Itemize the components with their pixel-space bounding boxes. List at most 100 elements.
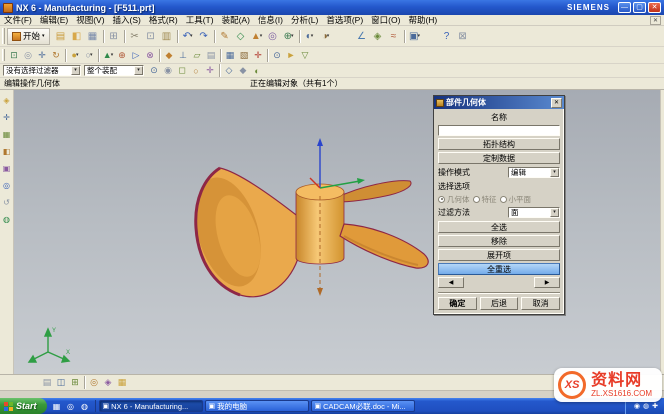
analysis-icon[interactable]: ◈ [370,28,386,44]
program-order-icon[interactable]: ▤ [204,48,218,62]
chevron-down-icon[interactable]: ▾ [550,168,559,177]
radio-option-1[interactable]: 特征 [473,194,497,205]
sketch-icon[interactable]: ✎ [217,28,233,44]
radio-option-2[interactable]: 小平面 [500,194,532,205]
render-style-icon[interactable]: ◑▾ [318,28,334,44]
previous-item-button[interactable]: ◀ [438,277,464,288]
datum-plane-icon[interactable]: ◇ [233,28,249,44]
menu-item-4[interactable]: 格式(R) [145,14,182,26]
menu-item-11[interactable]: 帮助(H) [404,14,441,26]
cut-icon[interactable]: ✂ [127,28,143,44]
filter-icon[interactable]: ▽ [298,48,312,62]
taskbar-task-1[interactable]: ▣我的电脑 [205,400,309,412]
undo-icon[interactable]: ↶▾ [180,28,196,44]
show-desktop-icon[interactable]: ▦ [51,400,63,412]
menu-item-7[interactable]: 信息(I) [254,14,287,26]
history-icon[interactable]: ↺ [1,196,13,208]
start-menu-button[interactable]: Start [0,398,47,414]
reselect-all-button[interactable]: 全重选 [438,263,560,275]
cam-navigator-icon[interactable]: ▦ [115,376,129,390]
center-snap-icon[interactable]: ○ [189,64,203,78]
verify-toolpath-icon[interactable]: ▷ [129,48,143,62]
snap-enable-icon[interactable]: ⊙ [147,64,161,78]
close-button[interactable]: ✕ [648,2,661,13]
menu-item-3[interactable]: 插入(S) [109,14,145,26]
details-panel-icon[interactable]: ◫ [54,376,68,390]
menu-item-5[interactable]: 工具(T) [182,14,218,26]
view-fit-icon[interactable]: ⊡ [7,48,21,62]
create-operation-icon[interactable]: ▲▾ [101,48,115,62]
save-icon[interactable]: ▦ [85,28,101,44]
model-views-icon[interactable]: ◈ [101,376,115,390]
antivirus-tray-icon[interactable]: ◉ [634,402,640,410]
next-item-button[interactable]: ▶ [534,277,560,288]
chevron-down-icon[interactable]: ▾ [550,208,559,217]
list-button-1[interactable]: 移除 [438,235,560,247]
window-titlebar[interactable]: NX 6 - Manufacturing - [F511.prt] SIEMEN… [0,0,664,15]
help-icon[interactable]: ? [439,28,455,44]
wcs-icon[interactable]: ✛ [251,48,265,62]
quadrant-snap-icon[interactable]: ◐ [250,64,264,78]
intersection-snap-icon[interactable]: ✛ [203,64,217,78]
dialog-titlebar[interactable]: 部件几何体 ✕ [434,96,564,109]
point-on-face-icon[interactable]: ◆ [236,64,250,78]
menu-item-9[interactable]: 首选项(P) [322,14,367,26]
window-icon[interactable]: ▣▾ [407,28,423,44]
rotate-icon[interactable]: ↻ [49,48,63,62]
browser-icon[interactable]: ◎ [65,400,77,412]
redo-icon[interactable]: ↷ [196,28,212,44]
command-finder-icon[interactable]: ◎ [87,376,101,390]
cancel-button[interactable]: 取消 [521,297,560,310]
pan-icon[interactable]: ✛ [35,48,49,62]
filter-method-combo[interactable]: 面 ▾ [508,207,560,218]
network-tray-icon[interactable]: ✚ [652,402,658,410]
open-icon[interactable]: ◧ [69,28,85,44]
maximize-button[interactable]: ▢ [633,2,646,13]
selection-scope-combo[interactable]: 整个装配 ▾ [84,65,144,76]
operation-mode-combo[interactable]: 编辑 ▾ [508,167,560,178]
fullscreen-icon[interactable]: ⊠ [455,28,471,44]
postprocess-icon[interactable]: ⊗ [143,48,157,62]
list-button-0[interactable]: 全选 [438,221,560,233]
radio-option-0[interactable]: 几何体 [438,194,470,205]
chevron-down-icon[interactable]: ▾ [134,66,143,75]
part-navigator-icon[interactable]: ▦ [1,128,13,140]
minimize-button[interactable]: — [618,2,631,13]
method-icon[interactable]: ▱ [190,48,204,62]
create-tool-icon[interactable]: ⊥ [176,48,190,62]
taskbar-task-0[interactable]: ▣NX 6 - Manufacturing... [99,400,203,412]
selection-filter-combo[interactable]: 没有选择过滤器 ▾ [3,65,81,76]
menu-item-1[interactable]: 编辑(E) [36,14,72,26]
taskbar-task-2[interactable]: ▣CADCAM必联.doc - Mi... [311,400,415,412]
document-close-icon[interactable]: ✕ [650,16,661,25]
name-input[interactable] [438,125,560,136]
assembly-navigator-icon[interactable]: ◈ [1,94,13,106]
hole-icon[interactable]: ◎ [265,28,281,44]
back-button[interactable]: 后退 [480,297,519,310]
shaded-icon[interactable]: ●▾ [68,48,82,62]
menu-item-6[interactable]: 装配(A) [218,14,254,26]
unite-icon[interactable]: ⊕▾ [281,28,297,44]
midpoint-snap-icon[interactable]: ◻ [175,64,189,78]
chevron-down-icon[interactable]: ▾ [71,66,80,75]
print-icon[interactable]: ⊞ [106,28,122,44]
snap-point-icon[interactable]: ⊙ [270,48,284,62]
toolbar-grip[interactable] [2,28,5,44]
constraint-navigator-icon[interactable]: ✛ [1,111,13,123]
start-application-button[interactable]: 开始 ▾ [7,28,50,45]
generate-toolpath-icon[interactable]: ⊕ [115,48,129,62]
zoom-icon[interactable]: ◎ [21,48,35,62]
geometry-icon[interactable]: ◆ [162,48,176,62]
menu-item-0[interactable]: 文件(F) [0,14,36,26]
curve-analysis-icon[interactable]: ≈ [386,28,402,44]
list-button-2[interactable]: 展开项 [438,249,560,261]
web-browser-icon[interactable]: ◎ [1,179,13,191]
graphics-viewport[interactable]: Y X 部件几何体 ✕ 名称 拓扑结构 定制数据 [14,90,660,374]
menu-item-8[interactable]: 分析(L) [287,14,322,26]
dialog-close-icon[interactable]: ✕ [551,98,562,108]
point-on-curve-icon[interactable]: ◇ [222,64,236,78]
orient-view-icon[interactable]: ◐▾ [302,28,318,44]
materials-icon[interactable]: ◍ [1,213,13,225]
copy-icon[interactable]: ⊡ [143,28,159,44]
layer-settings-icon[interactable]: ▧ [237,48,251,62]
